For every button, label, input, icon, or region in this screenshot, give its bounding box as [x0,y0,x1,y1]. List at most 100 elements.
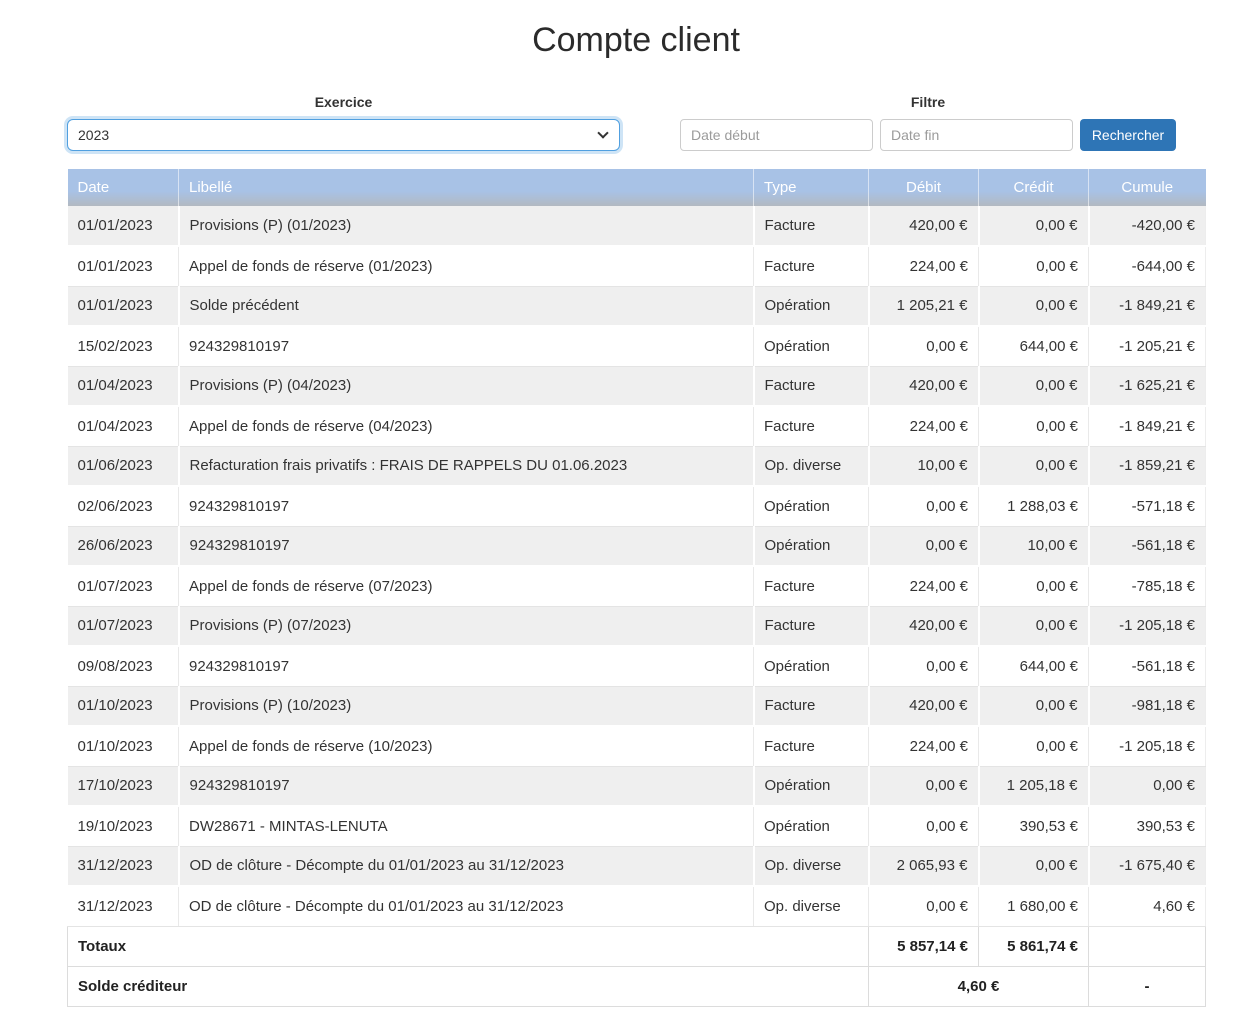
column-header-credit: Crédit [979,169,1089,206]
cell-debit: 0,00 € [869,806,979,846]
balance-value: 4,60 € [869,966,1089,1006]
cell-credit: 0,00 € [979,846,1089,886]
cell-type: Opération [754,326,869,366]
table-header: Date Libellé Type Débit Crédit Cumule [68,169,1206,206]
cell-credit: 0,00 € [979,606,1089,646]
cell-libelle: 924329810197 [179,486,754,526]
table-row: 31/12/2023 OD de clôture - Décompte du 0… [68,846,1206,886]
cell-cumule: -981,18 € [1089,686,1206,726]
cell-cumule: -561,18 € [1089,526,1206,566]
cell-cumule: -1 205,18 € [1089,606,1206,646]
cell-type: Facture [754,246,869,286]
totals-row: Totaux 5 857,14 € 5 861,74 € [68,926,1206,966]
cell-type: Op. diverse [754,446,869,486]
table-row: 19/10/2023 DW28671 - MINTAS-LENUTA Opéra… [68,806,1206,846]
cell-debit: 0,00 € [869,766,979,806]
page-container: Compte client Exercice 2023 Filtre Reche… [67,0,1205,1007]
cell-type: Facture [754,566,869,606]
cell-date: 01/10/2023 [68,686,179,726]
cell-date: 01/04/2023 [68,366,179,406]
column-header-type: Type [754,169,869,206]
cell-date: 01/01/2023 [68,206,179,246]
cell-date: 19/10/2023 [68,806,179,846]
cell-credit: 644,00 € [979,326,1089,366]
cell-libelle: Appel de fonds de réserve (07/2023) [179,566,754,606]
cell-cumule: -571,18 € [1089,486,1206,526]
cell-credit: 0,00 € [979,446,1089,486]
cell-libelle: Appel de fonds de réserve (10/2023) [179,726,754,766]
cell-libelle: 924329810197 [179,766,754,806]
cell-cumule: -1 625,21 € [1089,366,1206,406]
cell-type: Facture [754,366,869,406]
cell-date: 26/06/2023 [68,526,179,566]
cell-debit: 0,00 € [869,646,979,686]
cell-libelle: 924329810197 [179,646,754,686]
date-fin-input[interactable] [880,119,1073,151]
table-row: 09/08/2023 924329810197 Opération 0,00 €… [68,646,1206,686]
cell-cumule: -1 849,21 € [1089,286,1206,326]
table-row: 17/10/2023 924329810197 Opération 0,00 €… [68,766,1206,806]
cell-libelle: Provisions (P) (10/2023) [179,686,754,726]
cell-debit: 224,00 € [869,566,979,606]
table-row: 01/07/2023 Provisions (P) (07/2023) Fact… [68,606,1206,646]
cell-type: Opération [754,286,869,326]
cell-date: 09/08/2023 [68,646,179,686]
filtre-label: Filtre [680,94,1176,110]
cell-libelle: Refacturation frais privatifs : FRAIS DE… [179,446,754,486]
cell-libelle: DW28671 - MINTAS-LENUTA [179,806,754,846]
cell-date: 01/07/2023 [68,566,179,606]
totals-cumule [1089,926,1206,966]
exercice-label: Exercice [67,94,620,110]
table-row: 01/01/2023 Appel de fonds de réserve (01… [68,246,1206,286]
cell-libelle: Provisions (P) (04/2023) [179,366,754,406]
cell-cumule: -561,18 € [1089,646,1206,686]
table-row: 02/06/2023 924329810197 Opération 0,00 €… [68,486,1206,526]
date-debut-input[interactable] [680,119,873,151]
cell-libelle: 924329810197 [179,326,754,366]
cell-type: Opération [754,806,869,846]
cell-libelle: Provisions (P) (07/2023) [179,606,754,646]
cell-credit: 0,00 € [979,406,1089,446]
column-header-date: Date [68,169,179,206]
cell-type: Facture [754,606,869,646]
cell-type: Facture [754,726,869,766]
cell-debit: 420,00 € [869,206,979,246]
search-button[interactable]: Rechercher [1080,119,1176,151]
table-footer: Totaux 5 857,14 € 5 861,74 € Solde crédi… [68,926,1206,1006]
cell-libelle: OD de clôture - Décompte du 01/01/2023 a… [179,846,754,886]
exercice-group: Exercice 2023 [67,94,620,151]
cell-debit: 224,00 € [869,246,979,286]
cell-type: Facture [754,206,869,246]
cell-credit: 644,00 € [979,646,1089,686]
cell-date: 31/12/2023 [68,886,179,926]
cell-cumule: -1 205,18 € [1089,726,1206,766]
cell-debit: 2 065,93 € [869,846,979,886]
cell-cumule: -1 675,40 € [1089,846,1206,886]
account-table: Date Libellé Type Débit Crédit Cumule 01… [67,169,1206,1007]
cell-debit: 10,00 € [869,446,979,486]
cell-cumule: 4,60 € [1089,886,1206,926]
cell-credit: 0,00 € [979,366,1089,406]
table-header-row: Date Libellé Type Débit Crédit Cumule [68,169,1206,206]
cell-debit: 0,00 € [869,486,979,526]
cell-libelle: Appel de fonds de réserve (04/2023) [179,406,754,446]
totals-credit: 5 861,74 € [979,926,1089,966]
cell-credit: 390,53 € [979,806,1089,846]
filter-group: Filtre Rechercher [680,94,1176,151]
exercice-select[interactable]: 2023 [67,119,620,151]
balance-row: Solde créditeur 4,60 € - [68,966,1206,1006]
cell-date: 01/10/2023 [68,726,179,766]
cell-debit: 420,00 € [869,686,979,726]
cell-debit: 420,00 € [869,606,979,646]
filter-bar: Exercice 2023 Filtre Rechercher [67,94,1205,151]
filter-fields: Rechercher [680,119,1176,151]
exercice-select-wrap: 2023 [67,119,620,151]
cell-debit: 224,00 € [869,406,979,446]
cell-cumule: -644,00 € [1089,246,1206,286]
cell-libelle: Appel de fonds de réserve (01/2023) [179,246,754,286]
table-row: 01/06/2023 Refacturation frais privatifs… [68,446,1206,486]
cell-debit: 0,00 € [869,886,979,926]
cell-cumule: -1 849,21 € [1089,406,1206,446]
table-row: 01/01/2023 Solde précédent Opération 1 2… [68,286,1206,326]
cell-cumule: 390,53 € [1089,806,1206,846]
